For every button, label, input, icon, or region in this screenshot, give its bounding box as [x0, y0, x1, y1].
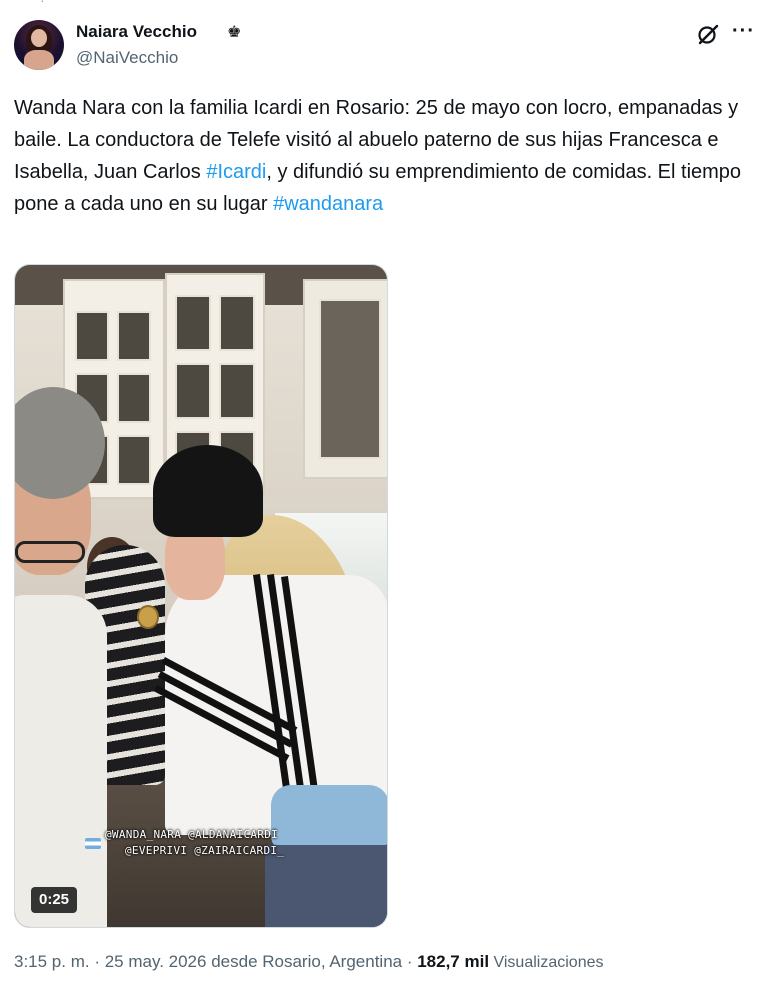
more-options-icon[interactable]: ···: [732, 21, 754, 46]
author-name[interactable]: Naiara Vecchio: [76, 22, 197, 42]
cabinet-right: [303, 279, 387, 479]
crown-badge-icon: ♚: [227, 24, 242, 41]
grok-icon[interactable]: [696, 22, 720, 46]
hashtag-wandanara-link[interactable]: #wandanara: [273, 193, 383, 215]
views-label: Visualizaciones: [489, 954, 604, 971]
views-count: 182,7 mil: [417, 952, 490, 971]
video-player[interactable]: @WANDA_NARA @ALDANAICARDI @EVEPRIVI @ZAI…: [14, 264, 388, 928]
overlay-tags-line2: @EVEPRIVI @ZAIRAICARDI_: [125, 844, 285, 857]
previous-post-edge: ·: [40, 0, 45, 8]
post-date-link[interactable]: 25 may. 2026: [105, 952, 207, 971]
post-location: desde Rosario, Argentina: [206, 952, 403, 971]
tweet-text: Wanda Nara con la familia Icardi en Rosa…: [14, 92, 744, 220]
avatar-face: [31, 29, 47, 47]
empanada-icon: [137, 605, 159, 629]
meta-separator: ·: [402, 952, 418, 971]
overlay-tags-line1: @WANDA_NARA @ALDANAICARDI: [105, 828, 279, 841]
glasses-icon: [15, 541, 85, 563]
author-handle[interactable]: @NaiVecchio: [76, 48, 178, 68]
video-duration-badge: 0:25: [31, 887, 78, 913]
tweet-meta: 3:15 p. m. · 25 may. 2026 desde Rosario,…: [14, 952, 603, 972]
avatar[interactable]: [14, 20, 64, 70]
avatar-body: [24, 50, 54, 70]
meta-separator: ·: [89, 952, 105, 971]
person-woman-beanie: [153, 445, 263, 537]
post-time-link[interactable]: 3:15 p. m.: [14, 952, 90, 971]
person-man-shirt: [15, 595, 107, 927]
video-overlay-tags: @WANDA_NARA @ALDANAICARDI @EVEPRIVI @ZAI…: [85, 827, 325, 859]
hashtag-icardi-link[interactable]: #Icardi: [206, 161, 266, 183]
